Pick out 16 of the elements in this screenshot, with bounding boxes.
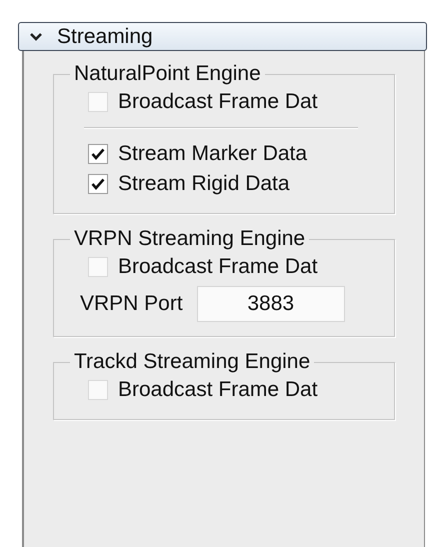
checkbox-option[interactable]: Broadcast Frame Dat — [88, 252, 386, 282]
checkmark-icon — [91, 178, 105, 190]
checkbox-option[interactable]: Stream Rigid Data — [88, 169, 386, 199]
group-title: NaturalPoint Engine — [73, 61, 262, 87]
group-title: VRPN Streaming Engine — [73, 226, 306, 252]
checkmark-icon — [91, 148, 105, 160]
section-header[interactable]: Streaming — [18, 22, 427, 51]
checkbox-option[interactable]: Stream Marker Data — [88, 139, 386, 169]
port-field[interactable]: 3883 — [196, 286, 345, 322]
checkbox[interactable] — [88, 174, 108, 194]
field-label: VRPN Port — [80, 291, 183, 318]
group-title: Trackd Streaming Engine — [73, 349, 312, 375]
checkbox-option[interactable]: Broadcast Frame Dat — [88, 87, 386, 117]
checkbox[interactable] — [88, 144, 108, 164]
chevron-down-icon — [29, 32, 43, 42]
checkbox-option[interactable]: Broadcast Frame Dat — [88, 375, 386, 405]
